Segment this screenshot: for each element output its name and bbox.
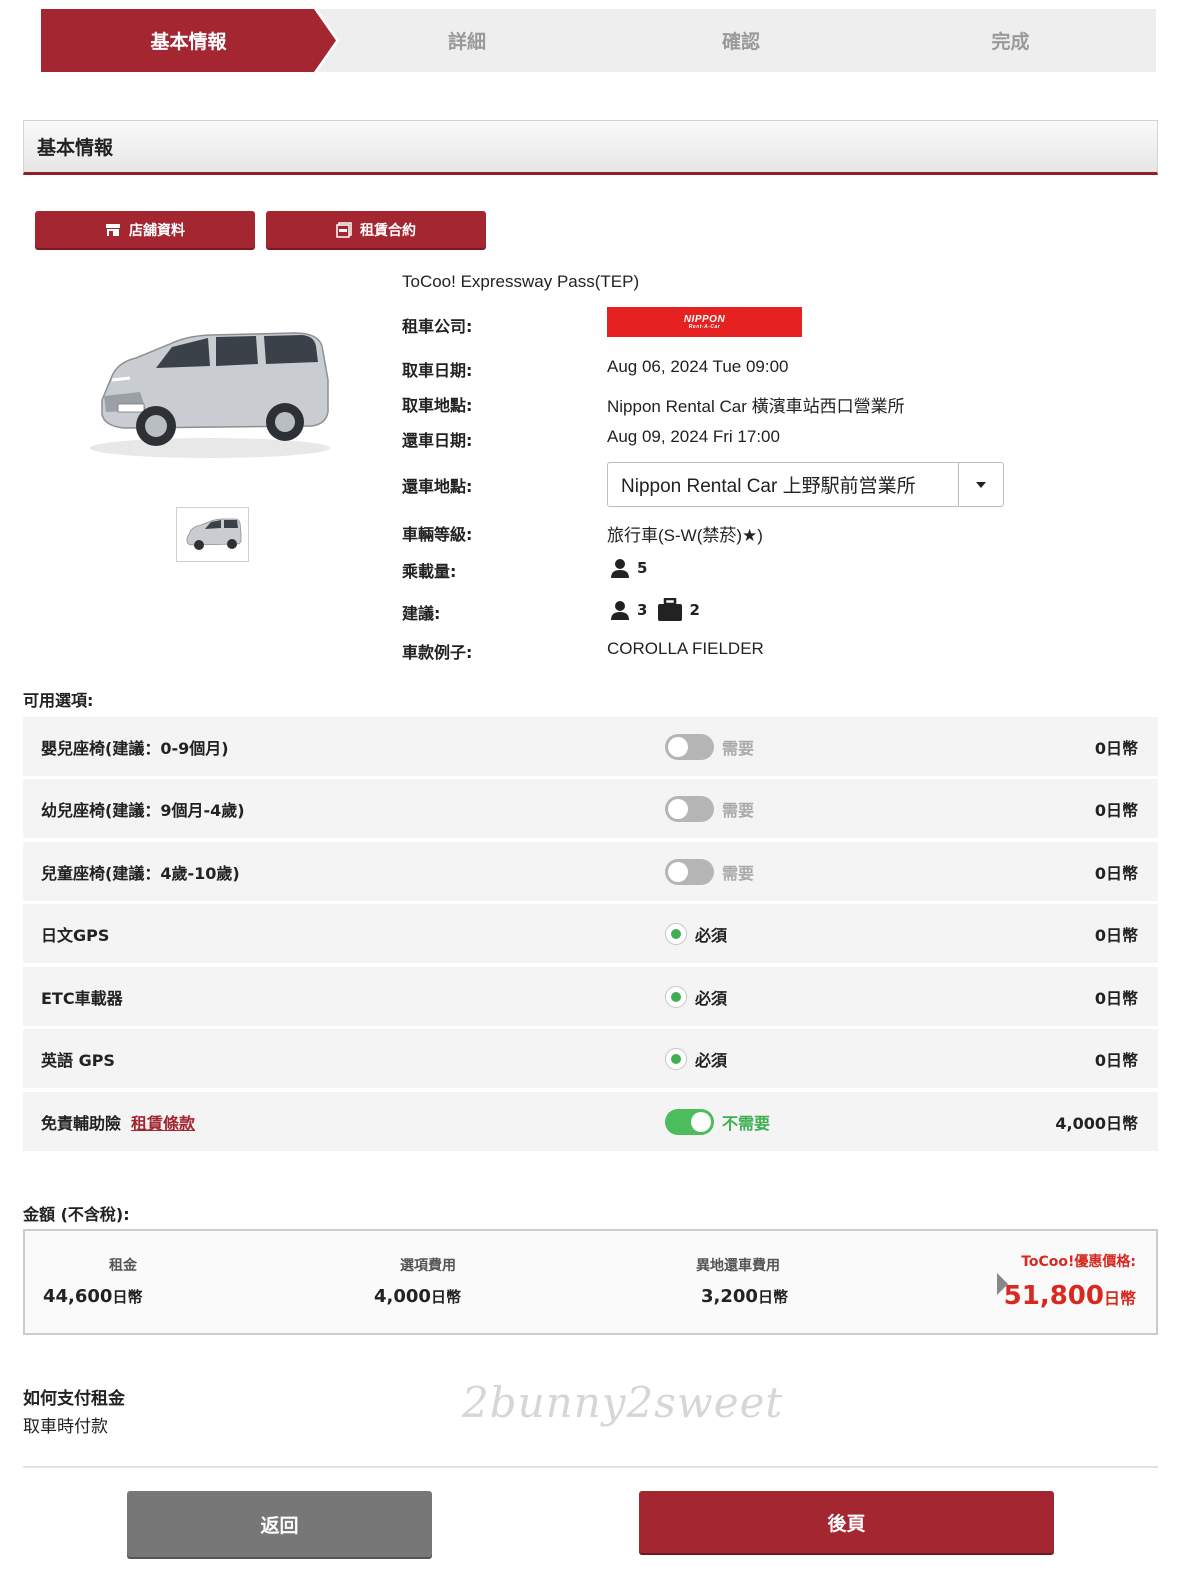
pdf-icon (336, 221, 352, 238)
car-thumbnail[interactable] (176, 507, 249, 562)
car-class-value: 旅行車(S-W(禁菸)★) (607, 526, 763, 545)
capacity-value: 5 (609, 557, 651, 579)
rental-contract-label: 租賃合約 (360, 222, 416, 239)
option-row: 嬰兒座椅(建議：0-9個月) 需要 0日幣 (23, 717, 1158, 776)
option-radio[interactable] (665, 985, 687, 1008)
section-header: 基本情報 (23, 120, 1158, 175)
option-radio[interactable] (665, 922, 687, 945)
option-name: 英語 GPS (41, 1050, 115, 1070)
watermark: 2bunny2sweet (462, 1378, 784, 1427)
option-toggle[interactable] (665, 733, 714, 760)
option-price: 0日幣 (1094, 738, 1138, 758)
option-row: 幼兒座椅(建議：9個月-4歲) 需要 0日幣 (23, 779, 1158, 838)
section-title: 基本情報 (37, 137, 114, 159)
option-toggle[interactable] (665, 858, 714, 885)
divider (23, 1466, 1158, 1468)
chevron-down-icon[interactable] (958, 463, 1003, 506)
option-price: 0日幣 (1094, 1050, 1138, 1070)
model-label: 車款例子: (402, 643, 473, 662)
pickup-date-value: Aug 06, 2024 Tue 09:00 (607, 357, 789, 376)
option-fee-label: 選項費用 (400, 1258, 456, 1274)
recommended-people: 3 (637, 601, 648, 619)
rent-label: 租金 (109, 1258, 137, 1274)
return-date-label: 還車日期: (402, 431, 473, 450)
plan-name: ToCoo! Expressway Pass(TEP) (402, 272, 640, 291)
option-row: ETC車載器 必須 0日幣 (23, 967, 1158, 1026)
option-toggle-label: 需要 (722, 738, 755, 758)
oneway-fee-value: 3,200日幣 (701, 1286, 788, 1307)
recommended-label: 建議: (402, 604, 441, 623)
option-toggle-label: 不需要 (722, 1113, 771, 1133)
recommended-value: 3 2 (609, 598, 704, 622)
rental-contract-button[interactable]: 租賃合約 (266, 211, 486, 248)
amount-summary: 租金 44,600日幣 選項費用 4,000日幣 異地還車費用 3,200日幣 … (23, 1229, 1158, 1335)
person-icon (611, 559, 629, 578)
option-toggle[interactable] (665, 1108, 714, 1135)
store-icon (106, 223, 120, 236)
option-radio-label: 必須 (695, 1050, 728, 1070)
store-info-label: 店舖資料 (129, 222, 185, 239)
rent-value: 44,600日幣 (43, 1286, 143, 1307)
back-button[interactable]: 返回 (127, 1491, 432, 1557)
return-location-value: Nippon Rental Car 上野駅前営業所 (621, 476, 916, 497)
options-title: 可用選項: (23, 691, 94, 710)
deal-price-value: 51,800日幣 (1003, 1281, 1136, 1311)
option-toggle-label: 需要 (722, 800, 755, 820)
deal-price-label: ToCoo!優惠價格: (1021, 1254, 1136, 1270)
rental-terms-link[interactable]: 租賃條款 (131, 1114, 195, 1133)
person-icon (611, 601, 629, 620)
option-name: 日文GPS (41, 925, 110, 945)
step-confirm: 確認 (591, 9, 891, 72)
option-price: 0日幣 (1094, 925, 1138, 945)
option-row: 英語 GPS 必須 0日幣 (23, 1029, 1158, 1088)
luggage-icon (658, 598, 683, 621)
option-name: 兒童座椅(建議：4歲-10歲) (41, 863, 240, 883)
option-price: 0日幣 (1094, 988, 1138, 1008)
logo-subtext: Rent-A-Car (688, 323, 721, 330)
rental-company-label: 租車公司: (402, 317, 473, 336)
pickup-date-label: 取車日期: (402, 361, 473, 380)
option-fee-value: 4,000日幣 (374, 1286, 461, 1307)
option-name: ETC車載器 (41, 988, 123, 1008)
next-button[interactable]: 後頁 (639, 1491, 1054, 1553)
capacity-count: 5 (637, 559, 648, 577)
payment-value: 取車時付款 (23, 1417, 108, 1437)
recommended-luggage: 2 (689, 601, 700, 619)
progress-steps: 基本情報 詳細 確認 完成 (41, 9, 1156, 72)
car-thumbnail-image (186, 518, 242, 550)
model-value: COROLLA FIELDER (607, 639, 764, 658)
option-toggle-label: 需要 (722, 863, 755, 883)
option-row: 免責輔助險 租賃條款 不需要 4,000日幣 (23, 1092, 1158, 1151)
option-price: 0日幣 (1094, 800, 1138, 820)
oneway-fee-label: 異地還車費用 (696, 1258, 780, 1274)
amount-title: 金額 (不含稅): (23, 1205, 130, 1224)
capacity-label: 乘載量: (402, 562, 457, 581)
option-row: 兒童座椅(建議：4歲-10歲) 需要 0日幣 (23, 842, 1158, 901)
return-location-select[interactable]: Nippon Rental Car 上野駅前営業所 (607, 462, 1004, 507)
pickup-location-value: Nippon Rental Car 橫濱車站西口營業所 (607, 397, 905, 416)
store-info-button[interactable]: 店舖資料 (35, 211, 255, 248)
option-toggle[interactable] (665, 795, 714, 822)
step-basic-info: 基本情報 (41, 9, 336, 72)
car-class-label: 車輛等級: (402, 525, 473, 544)
option-radio[interactable] (665, 1047, 687, 1070)
option-name: 免責輔助險 (41, 1113, 122, 1133)
payment-title: 如何支付租金 (23, 1389, 125, 1409)
step-complete: 完成 (865, 9, 1156, 72)
logo-text: NIPPON (683, 313, 726, 325)
pickup-location-label: 取車地點: (402, 396, 473, 415)
option-row: 日文GPS 必須 0日幣 (23, 904, 1158, 963)
return-location-label: 還車地點: (402, 477, 473, 496)
option-radio-label: 必須 (695, 925, 728, 945)
option-price: 4,000日幣 (1055, 1113, 1138, 1133)
option-name: 嬰兒座椅(建議：0-9個月) (41, 738, 229, 758)
nippon-rent-a-car-logo: NIPPON Rent-A-Car (607, 307, 802, 337)
option-name: 幼兒座椅(建議：9個月-4歲) (41, 800, 245, 820)
car-image (90, 332, 330, 458)
return-date-value: Aug 09, 2024 Fri 17:00 (607, 427, 780, 446)
step-details: 詳細 (317, 9, 617, 72)
option-price: 0日幣 (1094, 863, 1138, 883)
option-radio-label: 必須 (695, 988, 728, 1008)
